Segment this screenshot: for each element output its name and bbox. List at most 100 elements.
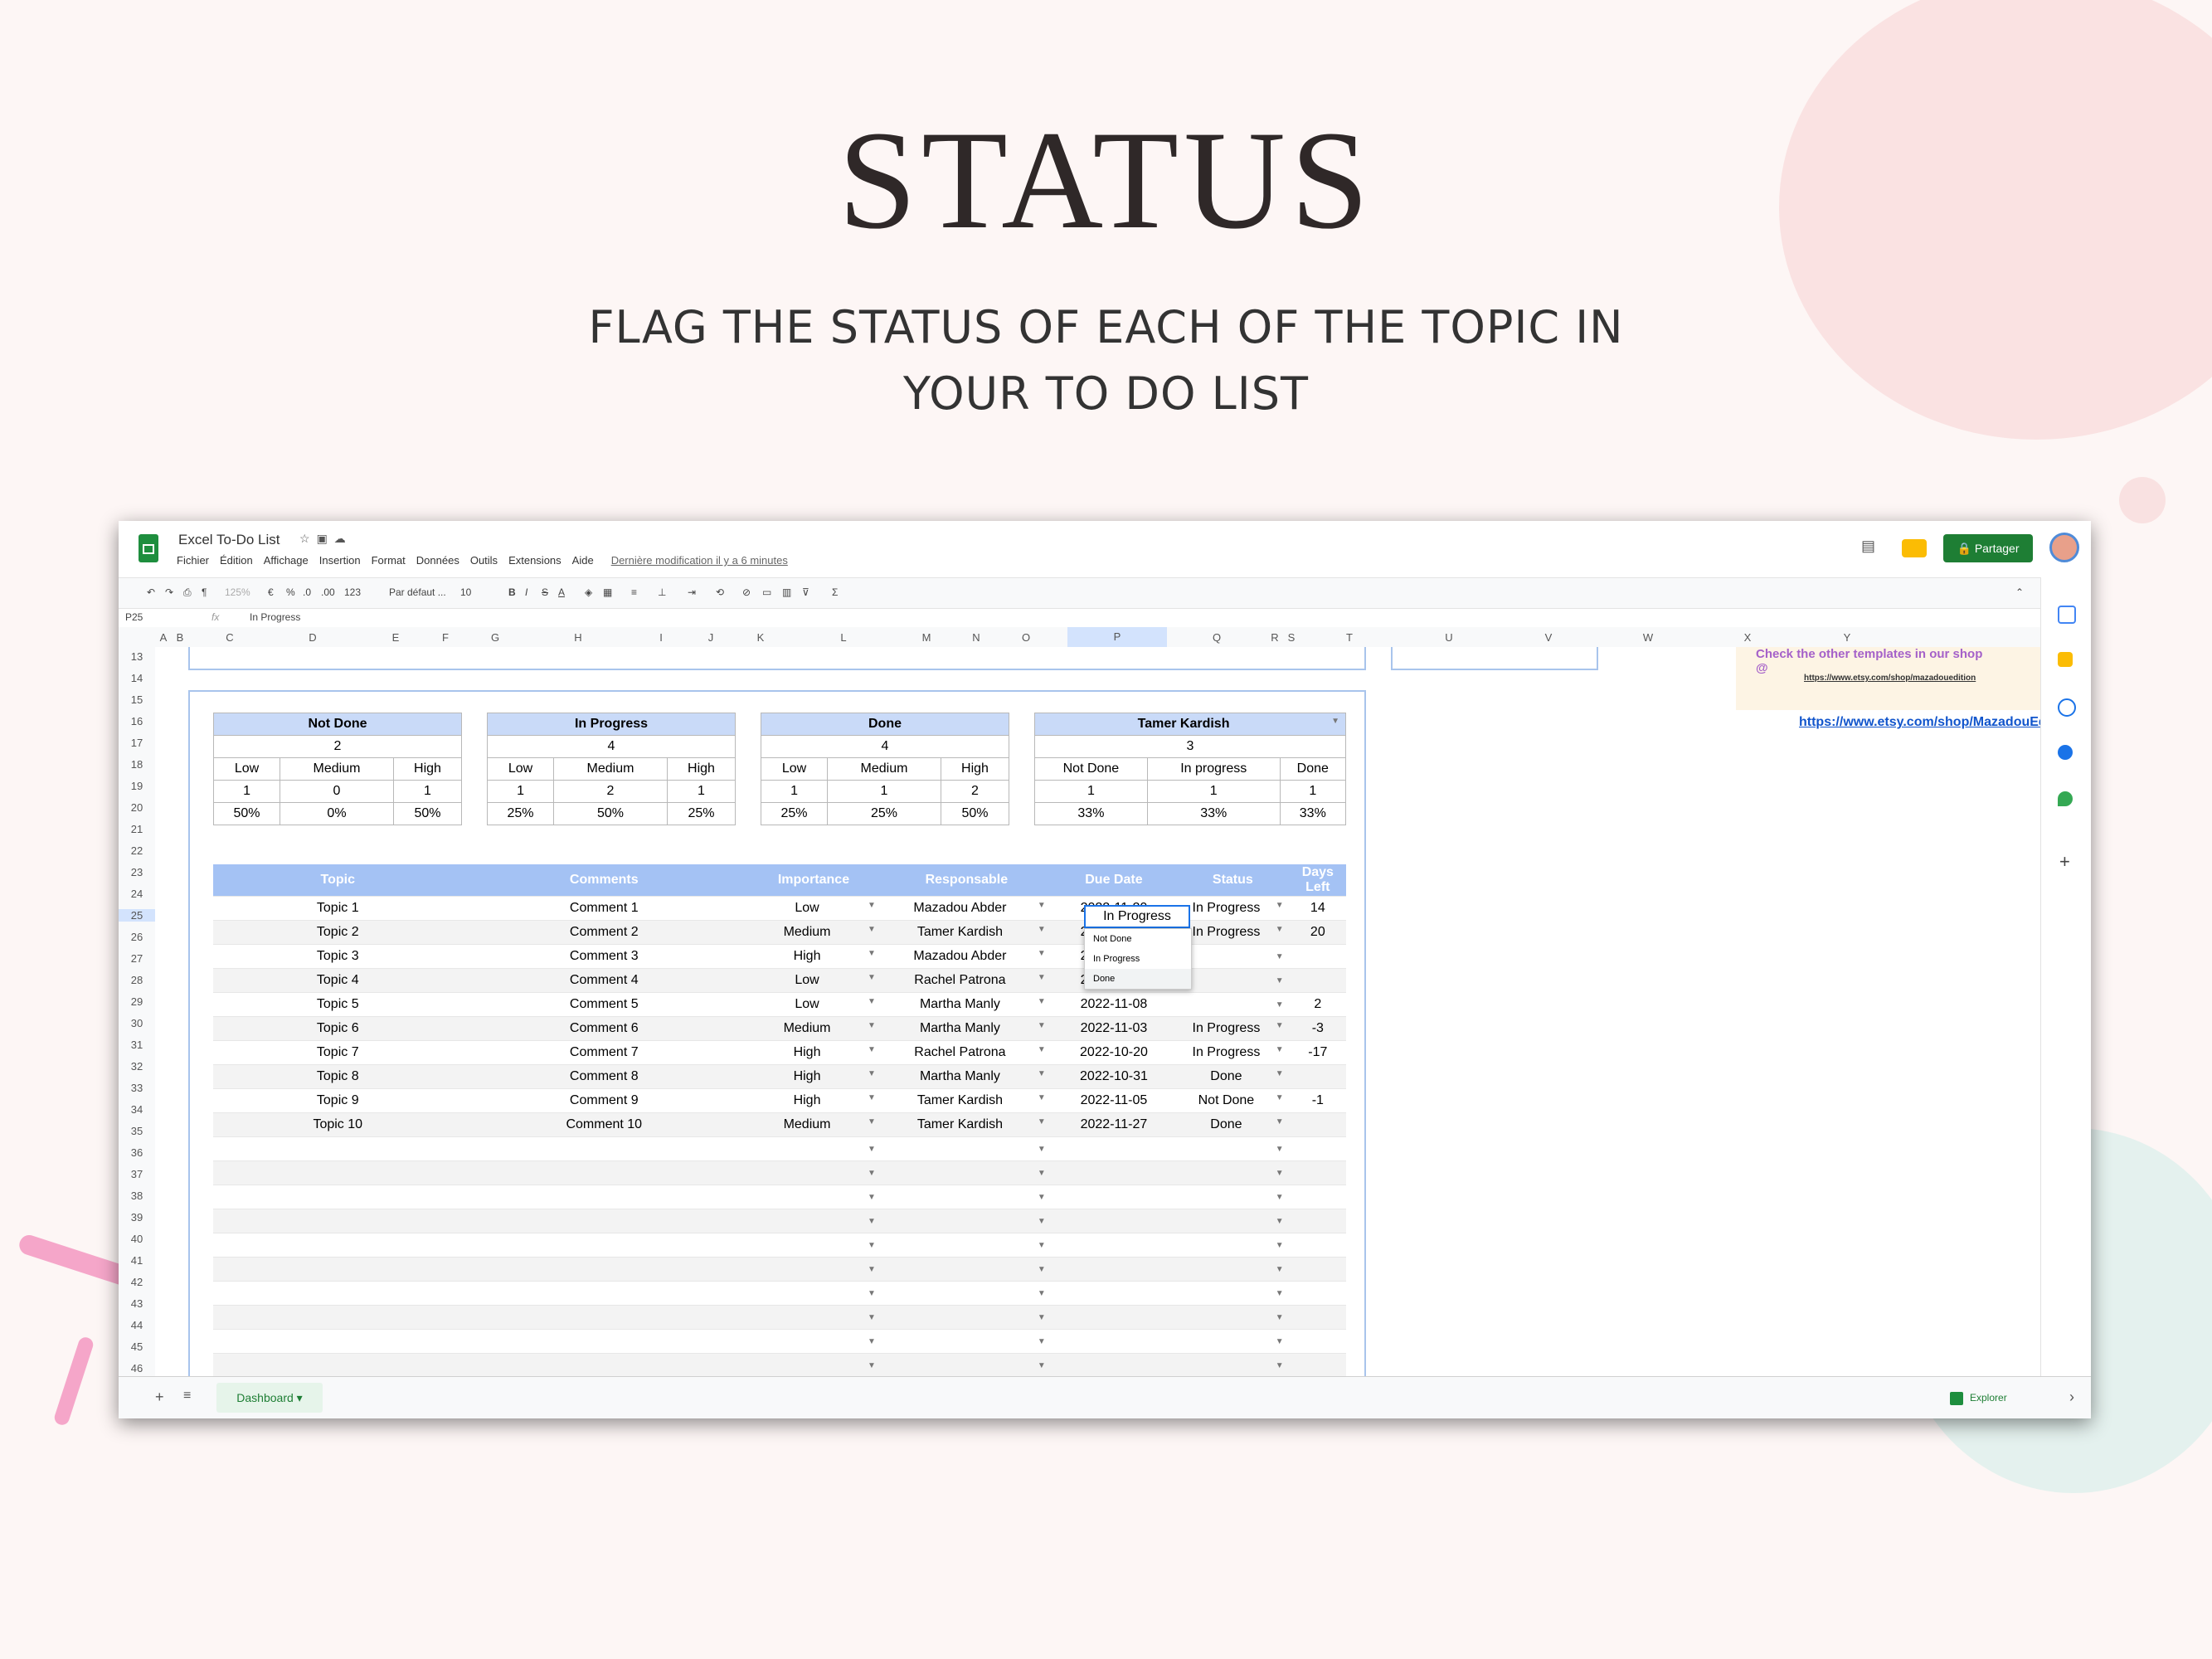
avatar[interactable] [2049, 533, 2079, 562]
table-cell[interactable]: 20 [1289, 920, 1346, 945]
increase-decimal-button[interactable]: .00 [321, 586, 335, 598]
table-cell[interactable]: Topic 5 [213, 992, 463, 1017]
row-header[interactable]: 26 [119, 931, 155, 943]
table-cell[interactable]: ▼ [746, 1329, 882, 1354]
table-cell[interactable]: ▼ [1176, 1353, 1290, 1378]
table-cell[interactable]: Tamer Kardish ▼ [881, 920, 1052, 945]
column-header[interactable]: I [620, 631, 702, 644]
currency-button[interactable]: € [268, 586, 274, 598]
row-header[interactable]: 24 [119, 888, 155, 900]
row-header[interactable]: 32 [119, 1060, 155, 1073]
dropdown-arrow-icon[interactable]: ▼ [1276, 1021, 1284, 1030]
dropdown-arrow-icon[interactable]: ▼ [1038, 1337, 1046, 1346]
table-cell[interactable]: High ▼ [746, 1088, 882, 1113]
table-cell[interactable] [213, 1281, 463, 1306]
column-header[interactable]: R [1266, 631, 1283, 644]
row-header[interactable]: 16 [119, 715, 155, 727]
menu-insertion[interactable]: Insertion [319, 554, 361, 567]
table-cell[interactable]: ▼ [881, 1281, 1052, 1306]
shop-link[interactable]: https://www.etsy.com/shop/MazadouEditio [1799, 715, 2067, 730]
chart-icon[interactable]: ▥ [782, 586, 791, 598]
table-cell[interactable]: 2022-11-03 [1051, 1016, 1177, 1041]
folder-icon[interactable]: ▣ [317, 532, 334, 545]
dropdown-arrow-icon[interactable]: ▼ [1038, 901, 1046, 910]
document-title[interactable]: Excel To-Do List [178, 532, 280, 548]
table-cell[interactable]: High ▼ [746, 1040, 882, 1065]
table-cell[interactable]: Topic 8 [213, 1064, 463, 1089]
table-cell[interactable]: -1 [1289, 1088, 1346, 1113]
table-cell[interactable]: 2022-10-31 [1051, 1064, 1177, 1089]
wrap-icon[interactable]: ⇥ [688, 586, 696, 598]
dropdown-arrow-icon[interactable]: ▼ [1276, 1337, 1284, 1346]
maps-icon[interactable] [2058, 791, 2073, 806]
tab-dashboard[interactable]: Dashboard ▾ [216, 1383, 323, 1413]
table-cell[interactable]: Topic 10 [213, 1112, 463, 1137]
table-cell[interactable] [213, 1329, 463, 1354]
table-cell[interactable]: ▼ [746, 1305, 882, 1330]
row-header[interactable]: 46 [119, 1362, 155, 1374]
column-header[interactable]: Y [1797, 631, 1897, 644]
table-cell[interactable]: 2022-11-05 [1051, 1088, 1177, 1113]
dropdown-arrow-icon[interactable]: ▼ [868, 1337, 876, 1346]
table-cell[interactable]: Done ▼ [1176, 1064, 1290, 1089]
table-cell[interactable] [1051, 1185, 1177, 1209]
row-header[interactable]: 19 [119, 780, 155, 792]
table-cell[interactable]: Medium ▼ [746, 1112, 882, 1137]
table-cell[interactable]: Topic 9 [213, 1088, 463, 1113]
table-cell[interactable]: Comment 1 [462, 896, 746, 921]
dropdown-arrow-icon[interactable]: ▼ [1331, 717, 1339, 726]
table-cell[interactable] [1289, 1185, 1346, 1209]
table-cell[interactable] [213, 1305, 463, 1330]
menu-edition[interactable]: Édition [220, 554, 253, 567]
table-cell[interactable] [462, 1257, 746, 1282]
table-cell[interactable]: Low ▼ [746, 992, 882, 1017]
person-select[interactable]: Tamer Kardish ▼ [1034, 713, 1346, 736]
table-cell[interactable]: Done ▼ [1176, 1112, 1290, 1137]
row-header[interactable]: 20 [119, 801, 155, 814]
row-header[interactable]: 13 [119, 650, 155, 663]
dropdown-arrow-icon[interactable]: ▼ [868, 901, 876, 910]
row-header[interactable]: 38 [119, 1190, 155, 1202]
table-cell[interactable]: ▼ [1176, 944, 1290, 969]
table-cell[interactable]: ▼ [1176, 1233, 1290, 1258]
table-cell[interactable] [1051, 1281, 1177, 1306]
dropdown-arrow-icon[interactable]: ▼ [1276, 1069, 1284, 1078]
table-cell[interactable]: ▼ [881, 1136, 1052, 1161]
table-cell[interactable]: ▼ [1176, 1305, 1290, 1330]
table-cell[interactable]: Comment 5 [462, 992, 746, 1017]
column-header[interactable]: B [172, 631, 188, 644]
decrease-decimal-button[interactable]: .0 [303, 586, 311, 598]
table-cell[interactable]: Comment 2 [462, 920, 746, 945]
table-cell[interactable] [1289, 968, 1346, 993]
meet-icon[interactable] [1902, 539, 1927, 557]
dropdown-arrow-icon[interactable]: ▼ [1276, 901, 1284, 910]
column-header[interactable]: T [1300, 631, 1399, 644]
dropdown-arrow-icon[interactable]: ▼ [1276, 1217, 1284, 1226]
borders-icon[interactable]: ▦ [603, 586, 612, 598]
row-header[interactable]: 40 [119, 1233, 155, 1245]
row-header[interactable]: 45 [119, 1340, 155, 1353]
dropdown-arrow-icon[interactable]: ▼ [868, 1069, 876, 1078]
table-cell[interactable]: Comment 4 [462, 968, 746, 993]
column-header[interactable]: O [984, 631, 1067, 644]
table-cell[interactable]: ▼ [881, 1233, 1052, 1258]
table-cell[interactable]: ▼ [1176, 1185, 1290, 1209]
row-header[interactable]: 34 [119, 1103, 155, 1116]
table-cell[interactable]: Comment 6 [462, 1016, 746, 1041]
table-cell[interactable] [213, 1160, 463, 1185]
zoom-select[interactable]: 125% [225, 586, 250, 598]
table-cell[interactable]: 2022-11-27 [1051, 1112, 1177, 1137]
column-header[interactable]: N [968, 631, 984, 644]
undo-icon[interactable]: ↶ [147, 586, 155, 598]
table-cell[interactable] [1289, 1064, 1346, 1089]
column-header[interactable]: S [1283, 631, 1300, 644]
dropdown-arrow-icon[interactable]: ▼ [1276, 952, 1284, 961]
dropdown-arrow-icon[interactable]: ▼ [868, 1193, 876, 1202]
dropdown-arrow-icon[interactable]: ▼ [868, 1093, 876, 1102]
star-icon[interactable]: ☆ [299, 532, 317, 545]
table-cell[interactable]: In Progress ▼ [1176, 896, 1290, 921]
dropdown-arrow-icon[interactable]: ▼ [868, 1361, 876, 1370]
table-cell[interactable] [1051, 1329, 1177, 1354]
table-cell[interactable]: Martha Manly ▼ [881, 1016, 1052, 1041]
expand-side-icon[interactable]: › [2069, 1389, 2074, 1406]
